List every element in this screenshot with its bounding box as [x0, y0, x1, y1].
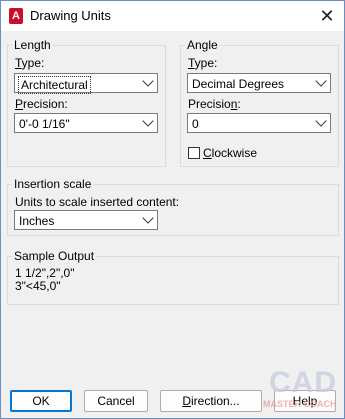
drawing-units-dialog: A Drawing Units ✕ Length Type: Architect… [0, 0, 345, 419]
insertion-units-label: Units to scale inserted content: [15, 195, 180, 209]
length-precision-value: 0'-0 1/16" [19, 117, 70, 131]
length-precision-select[interactable]: 0'-0 1/16" [14, 113, 158, 133]
length-group-label: Length [12, 38, 53, 52]
cancel-button[interactable]: Cancel [84, 390, 148, 412]
clockwise-label[interactable]: Clockwise [203, 146, 257, 160]
chevron-down-icon [142, 212, 154, 224]
length-type-value: Architectural [18, 76, 91, 94]
angle-type-label: Type: [188, 56, 218, 70]
close-icon: ✕ [319, 6, 335, 26]
sample-output-line-2: 3"<45,0" [15, 279, 61, 293]
angle-precision-label: Precision: [188, 97, 241, 111]
insertion-units-select[interactable]: Inches [14, 210, 158, 230]
direction-button[interactable]: Direction... [160, 390, 262, 412]
angle-type-value: Decimal Degrees [192, 77, 285, 91]
autocad-app-icon: A [9, 8, 23, 24]
chevron-down-icon [142, 115, 154, 127]
angle-precision-select[interactable]: 0 [187, 113, 331, 133]
chevron-down-icon [315, 75, 327, 87]
length-precision-label: Precision: [15, 97, 68, 111]
angle-group-label: Angle [185, 38, 220, 52]
sample-output-line-1: 1 1/2",2",0" [15, 266, 75, 280]
dialog-title: Drawing Units [30, 8, 111, 23]
title-bar: A Drawing Units ✕ [1, 1, 344, 31]
angle-precision-value: 0 [192, 117, 199, 131]
insertion-units-value: Inches [19, 214, 55, 228]
chevron-down-icon [142, 75, 154, 87]
help-button[interactable]: Help [274, 390, 336, 412]
length-type-select[interactable]: Architectural [14, 73, 158, 94]
clockwise-checkbox[interactable] [188, 147, 200, 159]
chevron-down-icon [315, 115, 327, 127]
sample-output-group-label: Sample Output [12, 249, 97, 263]
length-type-label: Type: [15, 56, 45, 70]
insertion-scale-group-label: Insertion scale [12, 177, 94, 191]
close-button[interactable]: ✕ [316, 5, 338, 27]
angle-type-select[interactable]: Decimal Degrees [187, 73, 331, 93]
ok-button[interactable]: OK [10, 390, 72, 412]
